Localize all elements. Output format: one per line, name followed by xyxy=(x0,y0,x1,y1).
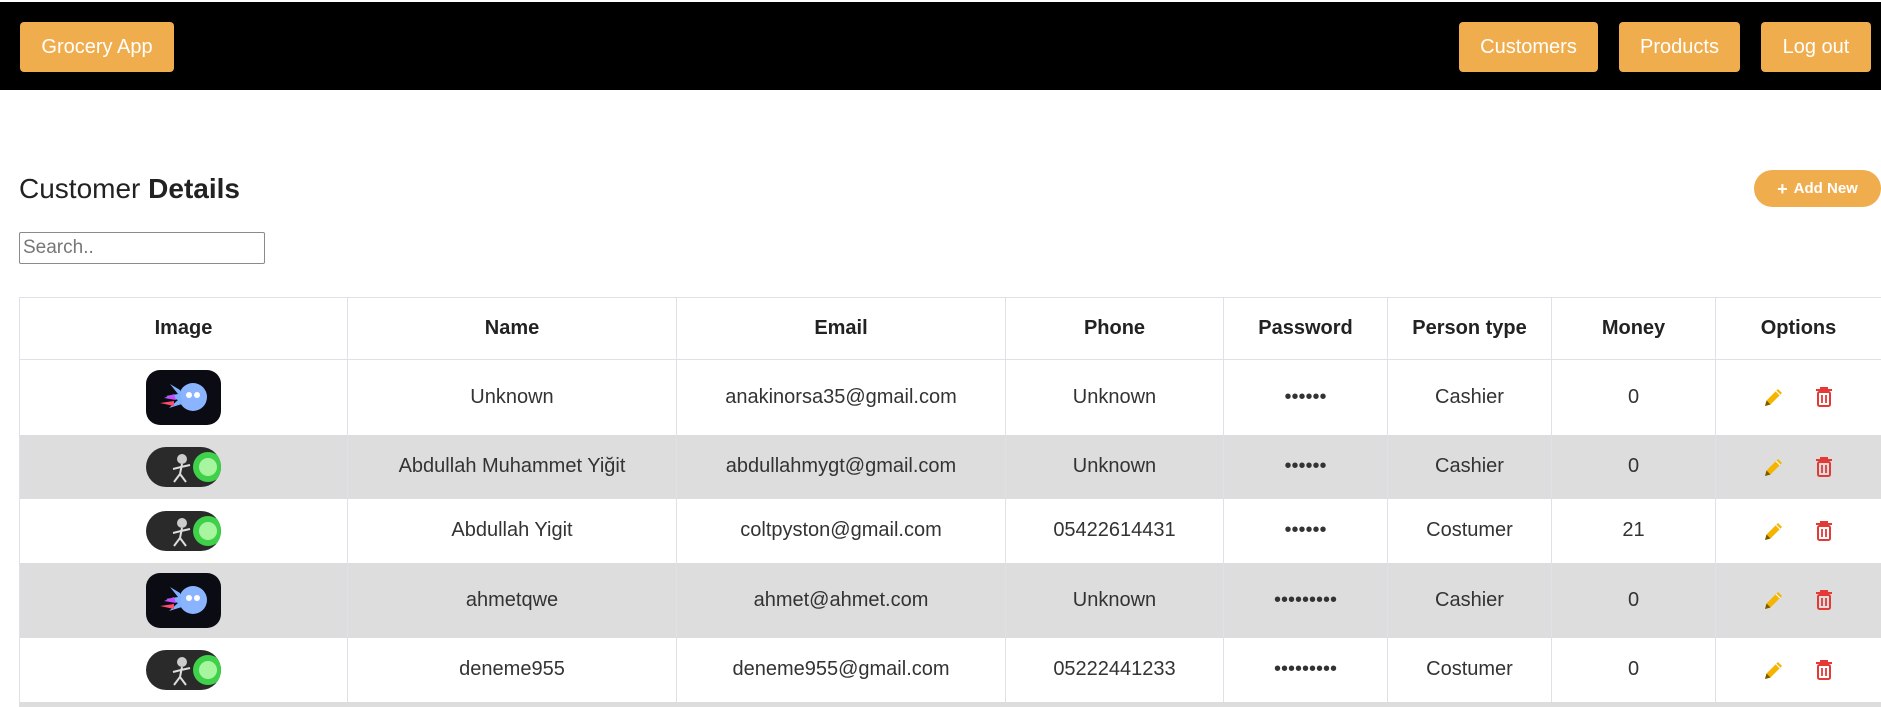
pencil-icon[interactable] xyxy=(1762,519,1786,543)
cell-password: •••••• xyxy=(1223,434,1388,499)
cell-phone: Unknown xyxy=(1005,434,1224,499)
logout-button[interactable]: Log out xyxy=(1761,22,1871,72)
next-row-edge xyxy=(19,702,1881,707)
add-new-button[interactable]: + Add New xyxy=(1754,170,1881,207)
cell-options xyxy=(1715,434,1881,499)
cell-name: Abdullah Yigit xyxy=(347,498,677,563)
page-title: Customer Details xyxy=(19,173,240,205)
table-row: Abdullah Yigit coltpyston@gmail.com 054226… xyxy=(19,498,1881,563)
avatar xyxy=(146,649,221,690)
cell-email: deneme955@gmail.com xyxy=(676,637,1006,702)
cell-phone: 05222441233 xyxy=(1005,637,1224,702)
avatar xyxy=(146,369,221,425)
cell-image xyxy=(19,637,348,702)
brand-button[interactable]: Grocery App xyxy=(20,22,174,72)
header-image: Image xyxy=(19,297,348,360)
header-options: Options xyxy=(1715,297,1881,360)
cell-password: •••••• xyxy=(1223,359,1388,435)
cell-person-type: Cashier xyxy=(1387,434,1552,499)
cell-password: ••••••••• xyxy=(1223,562,1388,638)
cell-money: 0 xyxy=(1551,562,1716,638)
pencil-icon[interactable] xyxy=(1762,385,1786,409)
cell-phone: Unknown xyxy=(1005,562,1224,638)
cell-name: ahmetqwe xyxy=(347,562,677,638)
page-title-bold: Details xyxy=(148,173,240,204)
trash-icon[interactable] xyxy=(1812,588,1836,612)
header-phone: Phone xyxy=(1005,297,1224,360)
table-row: Abdullah Muhammet Yiğit abdullahmygt@gmai… xyxy=(19,434,1881,499)
search-input[interactable] xyxy=(19,232,265,264)
cell-person-type: Cashier xyxy=(1387,359,1552,435)
cell-password: •••••• xyxy=(1223,498,1388,563)
pencil-icon[interactable] xyxy=(1762,658,1786,682)
cell-phone: Unknown xyxy=(1005,359,1224,435)
avatar xyxy=(146,572,221,628)
cell-email: ahmet@ahmet.com xyxy=(676,562,1006,638)
header-email: Email xyxy=(676,297,1006,360)
nav-customers-button[interactable]: Customers xyxy=(1459,22,1598,72)
page-title-light: Customer xyxy=(19,173,149,204)
header-name: Name xyxy=(347,297,677,360)
cell-password: ••••••••• xyxy=(1223,637,1388,702)
cell-name: deneme955 xyxy=(347,637,677,702)
cell-email: abdullahmygt@gmail.com xyxy=(676,434,1006,499)
cell-money: 0 xyxy=(1551,637,1716,702)
cell-money: 0 xyxy=(1551,434,1716,499)
cell-money: 0 xyxy=(1551,359,1716,435)
cell-person-type: Cashier xyxy=(1387,562,1552,638)
header-money: Money xyxy=(1551,297,1716,360)
avatar xyxy=(146,446,221,487)
table-row: ahmetqwe ahmet@ahmet.com Unknown ••••••••• C… xyxy=(19,562,1881,638)
table-header-row: Image Name Email Phone Password Person t… xyxy=(19,297,1881,360)
header-person-type: Person type xyxy=(1387,297,1552,360)
trash-icon[interactable] xyxy=(1812,519,1836,543)
cell-options xyxy=(1715,498,1881,563)
cell-name: Unknown xyxy=(347,359,677,435)
nav-products-button[interactable]: Products xyxy=(1619,22,1740,72)
plus-icon: + xyxy=(1777,178,1788,199)
cell-person-type: Costumer xyxy=(1387,637,1552,702)
trash-icon[interactable] xyxy=(1812,385,1836,409)
customers-table: Image Name Email Phone Password Person t… xyxy=(19,297,1881,702)
cell-person-type: Costumer xyxy=(1387,498,1552,563)
cell-email: coltpyston@gmail.com xyxy=(676,498,1006,563)
trash-icon[interactable] xyxy=(1812,455,1836,479)
trash-icon[interactable] xyxy=(1812,658,1836,682)
cell-name: Abdullah Muhammet Yiğit xyxy=(347,434,677,499)
cell-options xyxy=(1715,562,1881,638)
cell-image xyxy=(19,434,348,499)
table-row: deneme955 deneme955@gmail.com 05222441233 •… xyxy=(19,637,1881,702)
cell-phone: 05422614431 xyxy=(1005,498,1224,563)
add-new-label: Add New xyxy=(1793,180,1858,197)
pencil-icon[interactable] xyxy=(1762,455,1786,479)
table-row: Unknown anakinorsa35@gmail.com Unknown ••••… xyxy=(19,359,1881,435)
cell-image xyxy=(19,359,348,435)
top-navbar: Grocery App Customers Products Log out xyxy=(0,2,1881,90)
pencil-icon[interactable] xyxy=(1762,588,1786,612)
cell-image xyxy=(19,562,348,638)
cell-options xyxy=(1715,359,1881,435)
cell-money: 21 xyxy=(1551,498,1716,563)
cell-options xyxy=(1715,637,1881,702)
cell-image xyxy=(19,498,348,563)
avatar xyxy=(146,510,221,551)
header-password: Password xyxy=(1223,297,1388,360)
cell-email: anakinorsa35@gmail.com xyxy=(676,359,1006,435)
